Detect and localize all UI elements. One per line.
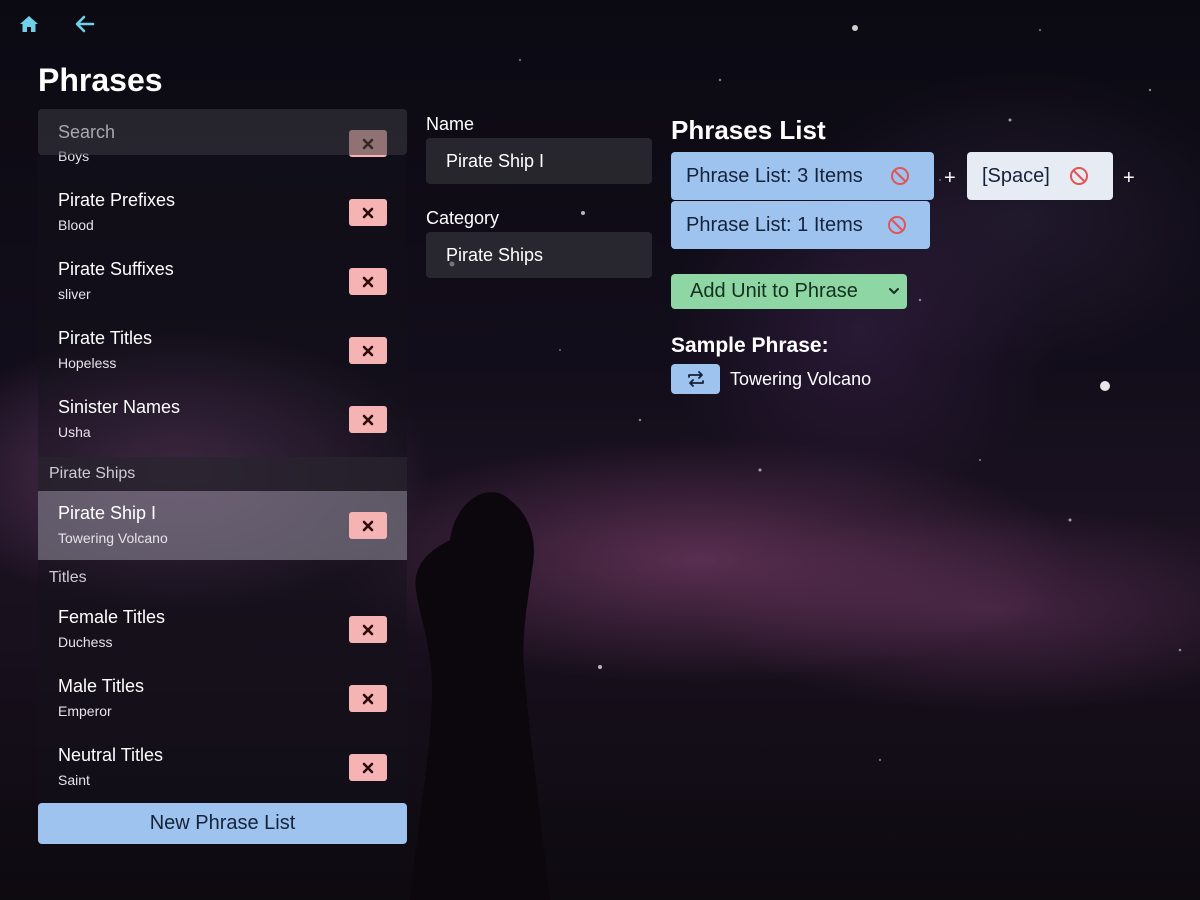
list-item-title: Pirate Titles xyxy=(58,328,153,348)
plus-separator: + xyxy=(1123,167,1135,189)
remove-unit-icon[interactable] xyxy=(890,166,910,186)
category-label: Category xyxy=(426,208,500,228)
regenerate-button[interactable] xyxy=(671,364,720,394)
delete-button[interactable] xyxy=(349,512,387,539)
section-header-pirate-ships: Pirate Ships xyxy=(38,457,407,491)
home-button[interactable] xyxy=(15,10,43,38)
delete-button[interactable] xyxy=(349,406,387,433)
new-phrase-list-button[interactable]: New Phrase List xyxy=(38,803,407,844)
list-item[interactable]: Pirate Suffixes sliver xyxy=(38,247,407,316)
delete-button[interactable] xyxy=(349,754,387,781)
list-item[interactable]: Male Titles Emperor xyxy=(38,664,407,733)
delete-button[interactable] xyxy=(349,685,387,712)
list-item-subtitle: Saint xyxy=(58,772,90,788)
phrases-list-heading: Phrases List xyxy=(671,115,826,145)
list-item[interactable]: Pirate Prefixes Blood xyxy=(38,178,407,247)
phrase-unit-chip[interactable]: Phrase List: 3 Items xyxy=(671,152,934,200)
name-field[interactable]: Pirate Ship I xyxy=(426,138,652,184)
phrase-unit-chip[interactable]: [Space] xyxy=(967,152,1113,200)
list-item[interactable]: Neutral Titles Saint xyxy=(38,733,407,799)
delete-button[interactable] xyxy=(349,337,387,364)
shuffle-icon xyxy=(687,371,704,387)
search-input[interactable]: Search xyxy=(38,109,407,155)
close-icon xyxy=(362,345,374,356)
phrase-unit-label: Phrase List: 1 Items xyxy=(686,214,863,236)
add-unit-select[interactable]: Add Unit to Phrase xyxy=(671,274,907,309)
list-item-selected[interactable]: Pirate Ship I Towering Volcano xyxy=(38,491,407,560)
section-header-titles: Titles xyxy=(49,569,87,586)
list-item-subtitle: Emperor xyxy=(58,703,112,719)
remove-unit-icon[interactable] xyxy=(887,215,907,235)
list-item-title: Female Titles xyxy=(58,607,166,627)
list-item-title: Male Titles xyxy=(58,676,145,696)
delete-button[interactable] xyxy=(349,616,387,643)
plus-separator: + xyxy=(944,167,956,189)
list-item-subtitle: sliver xyxy=(58,286,91,302)
phrase-lists-sidebar: Boys Pirate Prefixes Blood Pirate Suffix… xyxy=(38,109,407,799)
remove-unit-icon[interactable] xyxy=(1069,166,1089,186)
list-item-title: Pirate Ship I xyxy=(58,503,157,523)
list-item[interactable]: Pirate Titles Hopeless xyxy=(38,316,407,385)
list-item-subtitle: Blood xyxy=(58,217,94,233)
list-item-title: Pirate Suffixes xyxy=(58,259,174,279)
list-item[interactable]: Sinister Names Usha xyxy=(38,385,407,454)
close-icon xyxy=(362,762,374,773)
close-icon xyxy=(362,276,374,287)
list-item-title: Pirate Prefixes xyxy=(58,190,176,210)
delete-button[interactable] xyxy=(349,268,387,295)
list-item-subtitle: Towering Volcano xyxy=(58,530,168,546)
arrow-left-icon xyxy=(75,15,95,33)
name-label: Name xyxy=(426,114,475,134)
sample-phrase-text: Towering Volcano xyxy=(730,369,872,389)
back-button[interactable] xyxy=(71,10,99,38)
category-field[interactable]: Pirate Ships xyxy=(426,232,652,278)
phrase-list: Boys Pirate Prefixes Blood Pirate Suffix… xyxy=(38,130,407,799)
add-unit-label: Add Unit to Phrase xyxy=(690,280,858,302)
close-icon xyxy=(362,207,374,218)
list-item-title: Neutral Titles xyxy=(58,745,164,765)
list-item-subtitle: Hopeless xyxy=(58,355,117,371)
phrase-unit-chip[interactable]: Phrase List: 1 Items xyxy=(671,201,930,249)
list-item[interactable]: Female Titles Duchess xyxy=(38,595,407,664)
list-item-title: Sinister Names xyxy=(58,397,181,417)
page-title: Phrases xyxy=(38,62,163,98)
chevron-down-icon xyxy=(889,288,899,295)
close-icon xyxy=(362,624,374,635)
sample-phrase-heading: Sample Phrase: xyxy=(671,334,829,357)
close-icon xyxy=(362,414,374,425)
phrase-unit-label: Phrase List: 3 Items xyxy=(686,165,863,187)
phrase-unit-label: [Space] xyxy=(982,165,1050,187)
home-icon xyxy=(20,16,38,32)
list-item-subtitle: Duchess xyxy=(58,634,113,650)
close-icon xyxy=(362,520,374,531)
list-item-subtitle: Usha xyxy=(58,424,91,440)
close-icon xyxy=(362,693,374,704)
delete-button[interactable] xyxy=(349,199,387,226)
